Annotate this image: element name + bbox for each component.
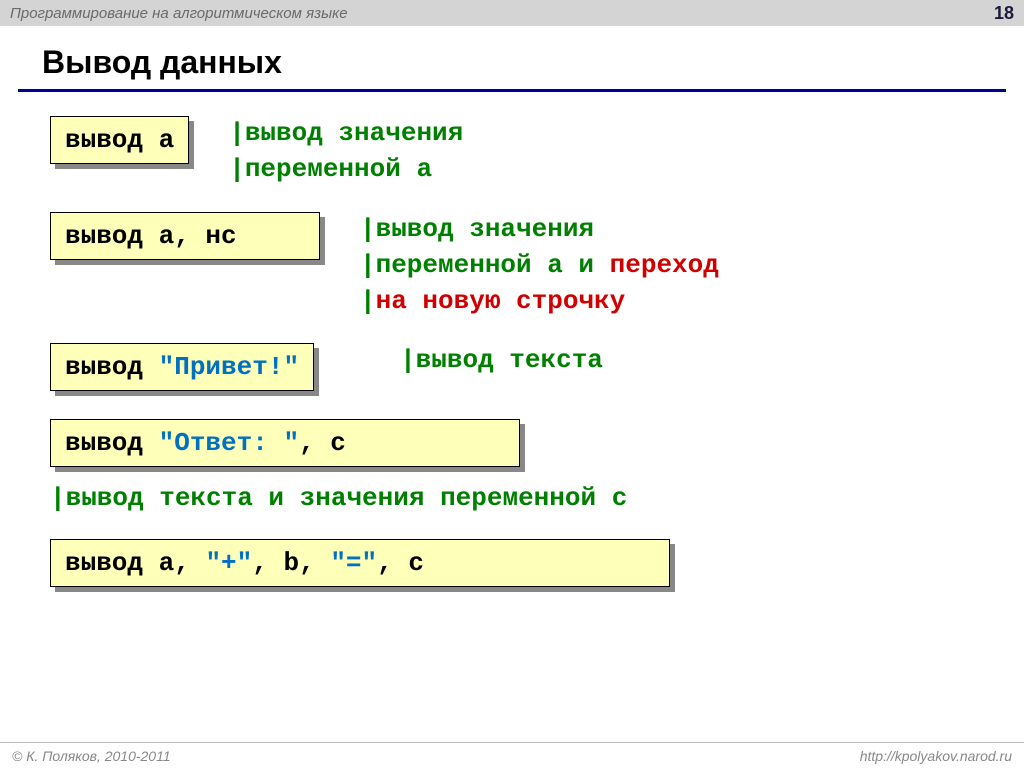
code-box: вывод "Ответ: ", c [50,419,520,467]
description: |вывод текста [400,343,603,379]
code-box: вывод а [50,116,189,164]
page-number: 18 [994,3,1014,24]
example-row-1: вывод а |вывод значения|переменной a [50,116,1004,188]
footer: © К. Поляков, 2010-2011 http://kpolyakov… [0,742,1024,768]
example-row-4: вывод "Ответ: ", c |вывод текста и значе… [50,419,1004,517]
slide-title: Вывод данных [42,44,1024,81]
example-row-3: вывод "Привет!" |вывод текста [50,343,1004,391]
header-bar: Программирование на алгоритмическом язык… [0,0,1024,26]
description: |вывод текста и значения переменной c [50,481,627,517]
code-box: вывод "Привет!" [50,343,314,391]
description: |вывод значения|переменной a [229,116,463,188]
description: |вывод значения|переменной a и переход|н… [360,212,719,320]
header-title: Программирование на алгоритмическом язык… [10,5,348,22]
example-row-2: вывод а, нс |вывод значения|переменной a… [50,212,1004,320]
example-row-5: вывод a, "+", b, "=", c [50,539,1004,587]
slide-content: вывод а |вывод значения|переменной a выв… [0,92,1024,587]
copyright: © К. Поляков, 2010-2011 [12,748,171,764]
footer-url: http://kpolyakov.narod.ru [860,748,1012,764]
code-box: вывод а, нс [50,212,320,260]
code-box: вывод a, "+", b, "=", c [50,539,670,587]
